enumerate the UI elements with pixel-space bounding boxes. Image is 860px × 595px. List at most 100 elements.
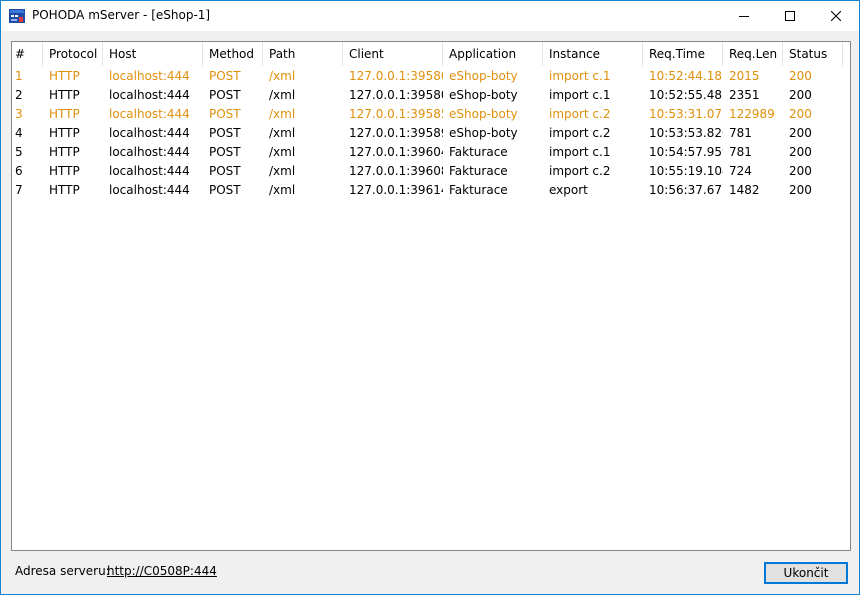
cell-protocol: HTTP xyxy=(49,107,80,121)
cell-req-len: 781 xyxy=(729,145,752,159)
cell-application: eShop-boty xyxy=(449,107,518,121)
cell-method: POST xyxy=(209,183,241,197)
maximize-icon xyxy=(785,11,795,21)
column-header-host[interactable]: Host xyxy=(103,42,203,66)
cell-number: 7 xyxy=(15,183,23,197)
cell-path: /xml xyxy=(269,107,296,121)
cell-client: 127.0.0.1:39580 xyxy=(349,88,443,102)
cell-path: /xml xyxy=(269,69,296,83)
column-header-path[interactable]: Path xyxy=(263,42,343,66)
list-header: # Protocol Host Method Path Client Appli… xyxy=(12,42,850,66)
cell-client: 127.0.0.1:39604 xyxy=(349,145,443,159)
cell-application: Fakturace xyxy=(449,183,508,197)
cell-instance: import c.1 xyxy=(549,145,611,159)
cell-status: 200 xyxy=(789,69,812,83)
cell-req-len: 2351 xyxy=(729,88,760,102)
column-header-protocol[interactable]: Protocol xyxy=(43,42,103,66)
column-header-client[interactable]: Client xyxy=(343,42,443,66)
column-header-req-len[interactable]: Req.Len xyxy=(723,42,783,66)
cell-application: Fakturace xyxy=(449,145,508,159)
server-address-label: Adresa serveru: xyxy=(15,564,110,578)
minimize-button[interactable] xyxy=(721,1,767,31)
quit-button[interactable]: Ukončit xyxy=(764,562,848,584)
cell-host: localhost:444 xyxy=(109,145,190,159)
cell-method: POST xyxy=(209,145,241,159)
minimize-icon xyxy=(739,16,749,17)
cell-host: localhost:444 xyxy=(109,88,190,102)
cell-instance: import c.1 xyxy=(549,88,611,102)
cell-protocol: HTTP xyxy=(49,145,80,159)
cell-instance: import c.2 xyxy=(549,107,611,121)
cell-req-len: 1482 xyxy=(729,183,760,197)
cell-instance: export xyxy=(549,183,588,197)
cell-number: 1 xyxy=(15,69,23,83)
cell-method: POST xyxy=(209,107,241,121)
table-row[interactable]: 5 HTTP localhost:444 POST/xml 127.0.0.1:3960… xyxy=(12,143,850,162)
cell-host: localhost:444 xyxy=(109,126,190,140)
cell-req-len: 122989 xyxy=(729,107,775,121)
cell-status: 200 xyxy=(789,164,812,178)
column-header-method[interactable]: Method xyxy=(203,42,263,66)
cell-host: localhost:444 xyxy=(109,107,190,121)
table-row[interactable]: 2 HTTP localhost:444 POST/xml 127.0.0.1:3958… xyxy=(12,86,850,105)
cell-instance: import c.2 xyxy=(549,126,611,140)
window-title: POHODA mServer - [eShop-1] xyxy=(32,8,211,22)
cell-application: Fakturace xyxy=(449,164,508,178)
table-row[interactable]: 3 HTTP localhost:444 POST/xml 127.0.0.1:3958… xyxy=(12,105,850,124)
cell-req-time: 10:52:44.181 xyxy=(649,69,723,83)
cell-instance: import c.2 xyxy=(549,164,611,178)
cell-application: eShop-boty xyxy=(449,88,518,102)
cell-path: /xml xyxy=(269,88,296,102)
cell-status: 200 xyxy=(789,126,812,140)
maximize-button[interactable] xyxy=(767,1,813,31)
cell-req-len: 781 xyxy=(729,126,752,140)
table-row[interactable]: 1 HTTP localhost:444 POST/xml 127.0.0.1:3958… xyxy=(12,67,850,86)
cell-req-time: 10:52:55.482 xyxy=(649,88,723,102)
cell-req-len: 724 xyxy=(729,164,752,178)
pohoda-app-icon xyxy=(9,9,25,23)
cell-protocol: HTTP xyxy=(49,183,80,197)
request-list[interactable]: # Protocol Host Method Path Client Appli… xyxy=(11,41,851,551)
cell-number: 6 xyxy=(15,164,23,178)
cell-client: 127.0.0.1:39608 xyxy=(349,164,443,178)
close-window-button[interactable] xyxy=(813,1,859,31)
cell-protocol: HTTP xyxy=(49,69,80,83)
cell-path: /xml xyxy=(269,126,296,140)
column-header-application[interactable]: Application xyxy=(443,42,543,66)
table-row[interactable]: 6 HTTP localhost:444 POST/xml 127.0.0.1:3960… xyxy=(12,162,850,181)
column-header-status[interactable]: Status xyxy=(783,42,843,66)
app-window: POHODA mServer - [eShop-1] # Protocol Ho… xyxy=(0,0,860,595)
cell-host: localhost:444 xyxy=(109,183,190,197)
cell-host: localhost:444 xyxy=(109,164,190,178)
title-bar[interactable]: POHODA mServer - [eShop-1] xyxy=(1,1,859,31)
column-header-number[interactable]: # xyxy=(12,42,43,66)
cell-application: eShop-boty xyxy=(449,69,518,83)
cell-path: /xml xyxy=(269,145,296,159)
cell-req-time: 10:53:31.076 xyxy=(649,107,723,121)
cell-instance: import c.1 xyxy=(549,69,611,83)
cell-application: eShop-boty xyxy=(449,126,518,140)
cell-method: POST xyxy=(209,126,241,140)
cell-client: 127.0.0.1:39585 xyxy=(349,107,443,121)
cell-number: 4 xyxy=(15,126,23,140)
cell-path: /xml xyxy=(269,164,296,178)
cell-req-time: 10:54:57.959 xyxy=(649,145,723,159)
cell-status: 200 xyxy=(789,183,812,197)
cell-number: 3 xyxy=(15,107,23,121)
cell-host: localhost:444 xyxy=(109,69,190,83)
server-address-link[interactable]: http://C0508P:444 xyxy=(107,564,217,578)
column-header-instance[interactable]: Instance xyxy=(543,42,643,66)
cell-client: 127.0.0.1:39580 xyxy=(349,69,443,83)
cell-method: POST xyxy=(209,164,241,178)
cell-path: /xml xyxy=(269,183,296,197)
close-icon xyxy=(831,11,841,21)
cell-status: 200 xyxy=(789,145,812,159)
cell-req-time: 10:55:19.104 xyxy=(649,164,723,178)
table-row[interactable]: 4 HTTP localhost:444 POST/xml 127.0.0.1:3958… xyxy=(12,124,850,143)
cell-client: 127.0.0.1:39614 xyxy=(349,183,443,197)
cell-protocol: HTTP xyxy=(49,164,80,178)
table-row[interactable]: 7 HTTP localhost:444 POST/xml 127.0.0.1:3961… xyxy=(12,181,850,200)
cell-protocol: HTTP xyxy=(49,126,80,140)
column-header-req-time[interactable]: Req.Time xyxy=(643,42,723,66)
cell-method: POST xyxy=(209,69,241,83)
